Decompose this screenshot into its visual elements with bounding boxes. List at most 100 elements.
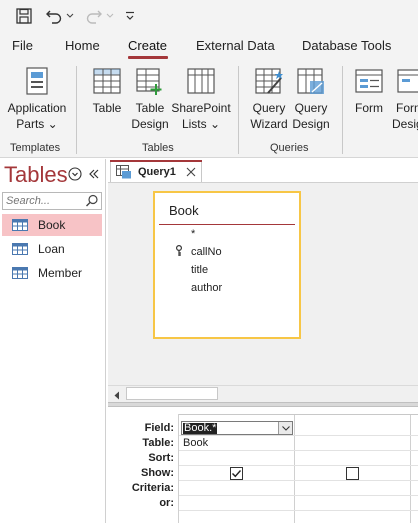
query-icon <box>116 164 132 179</box>
table-icon <box>93 68 121 94</box>
chevron-down-icon: ⌄ <box>47 117 58 131</box>
grid-row-divider <box>179 495 418 496</box>
nav-search-box <box>2 192 102 210</box>
scroll-left-icon[interactable] <box>113 389 121 403</box>
redo-dropdown-icon <box>104 4 116 28</box>
nav-item-book[interactable]: Book <box>2 214 102 236</box>
query-wizard-button[interactable]: Query Wizard <box>248 66 290 132</box>
nav-menu-dropdown-icon[interactable] <box>68 167 82 184</box>
query-design-icon <box>297 68 324 94</box>
query-design-label-2: Design <box>292 117 330 131</box>
document-tab-label: Query1 <box>138 165 176 178</box>
collapse-pane-icon[interactable] <box>88 167 100 184</box>
ribbon-separator <box>238 66 239 154</box>
table-button[interactable]: Table <box>86 66 128 116</box>
grid-row-divider <box>179 414 418 415</box>
active-document-tab-indicator <box>110 160 202 162</box>
ribbon-separator <box>76 66 77 154</box>
grid-row-label-table: Table: <box>142 437 174 449</box>
tab-file[interactable]: File <box>12 38 33 53</box>
primary-key-icon <box>175 244 183 260</box>
grid-row-divider <box>179 480 418 481</box>
nav-item-member[interactable]: Member <box>2 262 102 284</box>
grid-row-divider <box>179 450 418 451</box>
table-field-list-book[interactable]: Book * callNo title author <box>153 191 301 339</box>
application-parts-label: Application <box>7 101 67 115</box>
sharepoint-lists-button[interactable]: SharePoint Lists ⌄ <box>170 66 232 132</box>
tab-home[interactable]: Home <box>65 38 100 53</box>
table-design-label-2: Design <box>131 117 169 131</box>
field-title[interactable]: title <box>191 264 208 276</box>
save-icon[interactable] <box>12 4 36 28</box>
field-list-title: Book <box>169 203 199 218</box>
application-parts-button[interactable]: Application Parts ⌄ <box>4 66 70 132</box>
table-icon <box>12 267 28 279</box>
customize-icon[interactable] <box>122 4 138 28</box>
nav-item-loan[interactable]: Loan <box>2 238 102 260</box>
close-icon[interactable] <box>186 167 196 177</box>
grid-column-divider <box>294 414 295 523</box>
grid-row-label-or: or: <box>159 497 174 509</box>
form-design-label-2: Desig <box>392 117 418 131</box>
table-design-icon <box>136 68 162 95</box>
search-icon[interactable] <box>85 194 99 211</box>
group-templates-label: Templates <box>10 142 61 154</box>
form-icon <box>355 69 383 93</box>
table-label: Table <box>92 101 122 115</box>
nav-search-input[interactable] <box>3 193 85 209</box>
undo-icon[interactable] <box>44 4 64 28</box>
ribbon-separator <box>342 66 343 154</box>
sharepoint-lists-label-2: Lists ⌄ <box>181 117 221 131</box>
group-queries-label: Queries <box>270 142 309 154</box>
scrollbar-thumb[interactable] <box>126 387 218 400</box>
field-author[interactable]: author <box>191 282 222 294</box>
field-all[interactable]: * <box>191 228 195 240</box>
show-checkbox-col2[interactable] <box>346 467 359 480</box>
application-parts-label-2: Parts ⌄ <box>16 117 58 131</box>
nav-item-label: Loan <box>38 242 65 256</box>
show-checkbox-col1[interactable] <box>230 467 243 480</box>
tab-database-tools[interactable]: Database Tools <box>302 38 391 53</box>
quick-access-toolbar <box>0 0 418 32</box>
active-tab-indicator <box>128 56 168 59</box>
tab-create[interactable]: Create <box>128 38 167 53</box>
nav-item-label: Book <box>38 218 66 232</box>
tab-external-data[interactable]: External Data <box>196 38 275 53</box>
table-cell-col1[interactable]: Book <box>183 437 208 449</box>
chevron-down-icon[interactable] <box>278 422 292 434</box>
table-design-label: Table <box>135 101 165 115</box>
table-icon <box>12 243 28 255</box>
grid-row-label-sort: Sort: <box>148 452 174 464</box>
document-tab-query1[interactable]: Query1 <box>110 160 202 182</box>
grid-row-label-field: Field: <box>144 422 174 434</box>
query-design-label: Query <box>294 101 328 115</box>
query-design-button[interactable]: Query Design <box>290 66 332 132</box>
nav-pane-title: Tables <box>4 162 68 187</box>
field-callno[interactable]: callNo <box>191 246 222 258</box>
field-select-value: Book.* <box>183 422 218 434</box>
check-icon <box>232 470 242 478</box>
form-label: Form <box>355 101 383 115</box>
table-design-button[interactable]: Table Design <box>130 66 170 132</box>
form-design-icon <box>397 69 418 93</box>
group-tables-label: Tables <box>142 142 174 154</box>
grid-row-divider <box>179 435 418 436</box>
nav-item-label: Member <box>38 266 83 280</box>
redo-icon <box>84 4 104 28</box>
field-select-col1[interactable]: Book.* <box>181 421 293 435</box>
table-icon <box>12 219 28 231</box>
grid-column-divider <box>410 414 411 523</box>
form-design-button[interactable]: Form Desig <box>392 66 418 132</box>
sharepoint-lists-icon <box>187 68 215 94</box>
query-wizard-label: Query <box>252 101 286 115</box>
navigation-pane: Tables Book Loan Member <box>0 159 106 523</box>
grid-row-divider <box>179 465 418 466</box>
grid-column-divider <box>178 414 179 523</box>
ribbon-tabs: File Home Create External Data Database … <box>0 32 418 60</box>
grid-row-label-criteria: Criteria: <box>131 482 174 494</box>
undo-dropdown-icon[interactable] <box>64 4 76 28</box>
form-button[interactable]: Form <box>350 66 388 116</box>
grid-row-divider <box>179 510 418 511</box>
application-parts-icon <box>26 67 48 95</box>
grid-row-label-show: Show: <box>141 467 174 479</box>
